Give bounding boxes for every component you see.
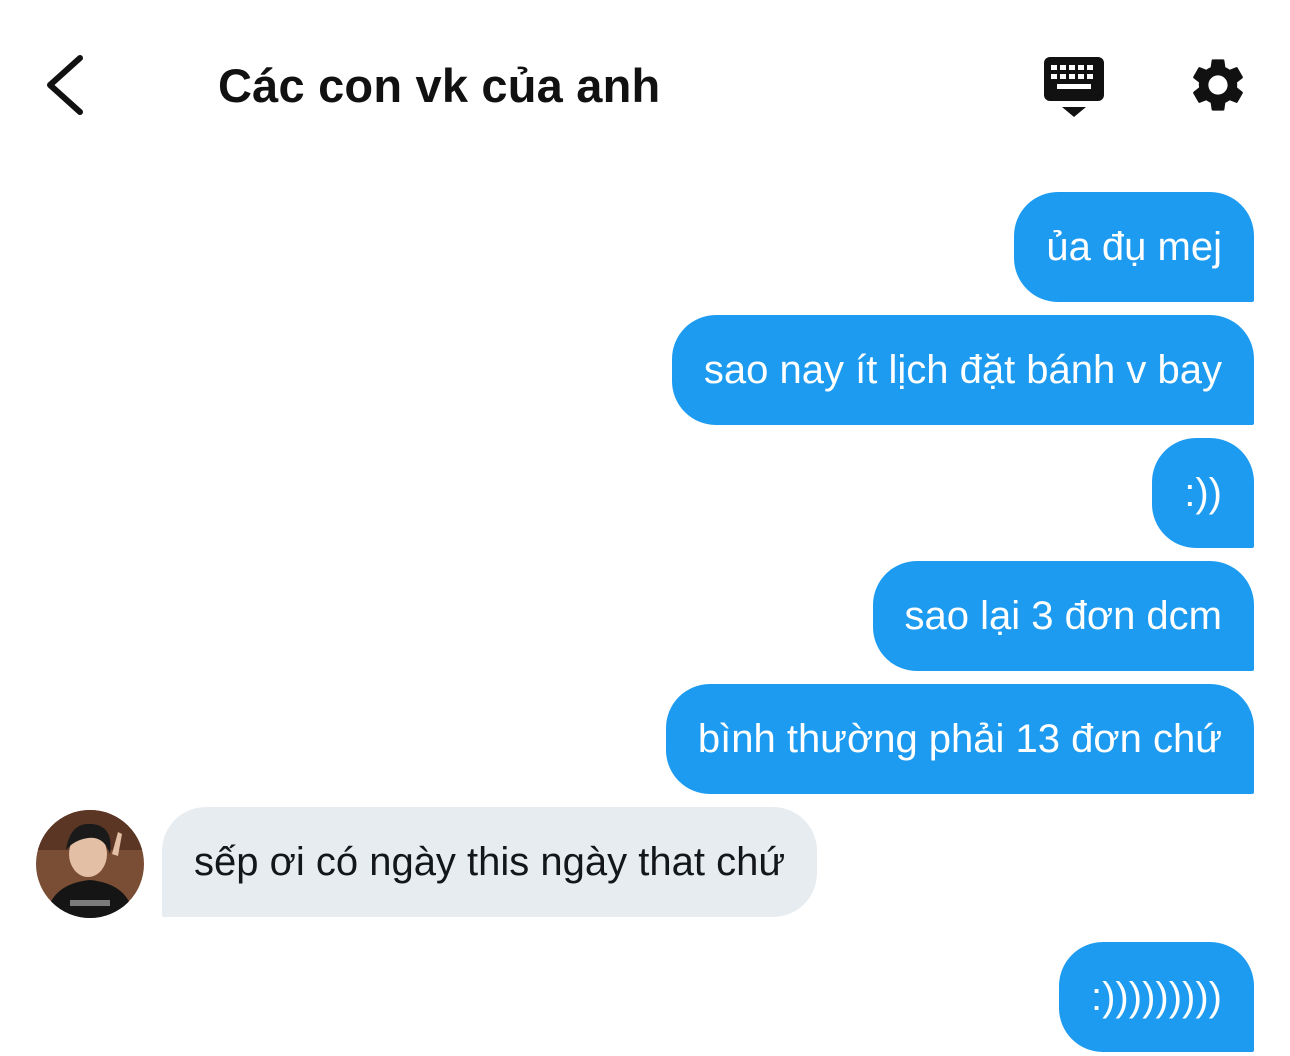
chat-header: Các con vk của anh	[0, 0, 1290, 170]
outgoing-message-bubble[interactable]: :)))))))))	[1059, 942, 1254, 1052]
keyboard-icon	[1044, 57, 1104, 117]
outgoing-message-bubble[interactable]: bình thường phải 13 đơn chứ	[665, 684, 1254, 794]
outgoing-message-bubble[interactable]: :))	[1152, 438, 1254, 548]
outgoing-message-bubble[interactable]: sao nay ít lịch đặt bánh v bay	[671, 315, 1254, 425]
outgoing-message-bubble[interactable]: sao lại 3 đơn dcm	[872, 561, 1254, 671]
incoming-message-bubble[interactable]: sếp ơi có ngày this ngày that chứ	[162, 807, 818, 917]
keyboard-button[interactable]	[1042, 55, 1106, 119]
outgoing-message-bubble[interactable]: ủa đụ mej	[1014, 192, 1254, 302]
conversation-title: Các con vk của anh	[218, 59, 661, 112]
gear-icon	[1193, 59, 1243, 111]
back-button[interactable]	[40, 52, 100, 118]
settings-button[interactable]	[1186, 53, 1250, 117]
chevron-left-icon	[47, 55, 83, 115]
avatar[interactable]	[36, 810, 144, 918]
